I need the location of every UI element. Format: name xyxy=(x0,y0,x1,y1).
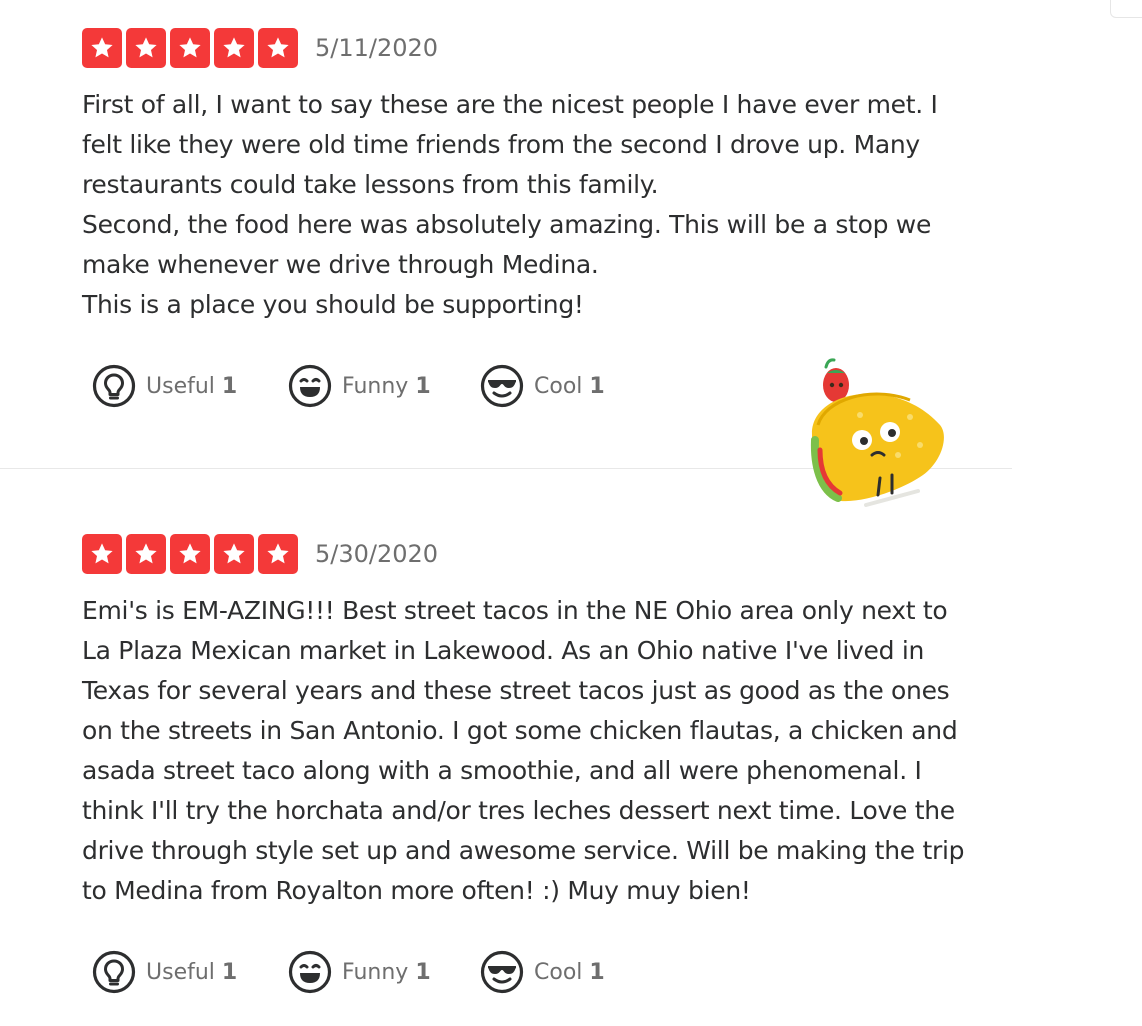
useful-label: Useful xyxy=(146,373,215,399)
star-icon xyxy=(82,28,122,68)
review-actions: Useful 1 Funny 1 Cool 1 xyxy=(92,364,605,408)
laughing-face-icon xyxy=(288,950,332,994)
star-rating xyxy=(82,28,298,68)
star-icon xyxy=(258,28,298,68)
funny-count: 1 xyxy=(415,959,431,985)
cool-label: Cool xyxy=(534,373,583,399)
review-rating-row: 5/30/2020 xyxy=(82,534,1022,574)
review-actions: Useful 1 Funny 1 Cool 1 xyxy=(92,950,605,994)
useful-count: 1 xyxy=(221,959,238,985)
star-icon xyxy=(258,534,298,574)
funny-label: Funny xyxy=(342,959,409,985)
useful-count: 1 xyxy=(221,373,238,399)
sunglasses-face-icon xyxy=(480,364,524,408)
funny-count: 1 xyxy=(415,373,431,399)
review-item: 5/11/2020 First of all, I want to say th… xyxy=(82,28,1022,325)
review-date: 5/11/2020 xyxy=(315,34,439,62)
review-item: 5/30/2020 Emi's is EM-AZING!!! Best stre… xyxy=(82,534,1022,911)
lightbulb-icon xyxy=(92,950,136,994)
review-text: First of all, I want to say these are th… xyxy=(82,90,938,319)
laughing-face-icon xyxy=(288,364,332,408)
funny-button[interactable]: Funny 1 xyxy=(288,950,480,994)
star-icon xyxy=(82,534,122,574)
cool-button[interactable]: Cool 1 xyxy=(480,950,605,994)
cool-count: 1 xyxy=(589,373,605,399)
funny-label: Funny xyxy=(342,373,409,399)
taco-mascot-icon xyxy=(800,355,952,513)
cool-count: 1 xyxy=(589,959,605,985)
useful-label: Useful xyxy=(146,959,215,985)
star-icon xyxy=(126,534,166,574)
star-icon xyxy=(126,28,166,68)
cool-button[interactable]: Cool 1 xyxy=(480,364,605,408)
sunglasses-face-icon xyxy=(480,950,524,994)
review-text: Emi's is EM-AZING!!! Best street tacos i… xyxy=(82,596,965,905)
star-icon xyxy=(214,28,254,68)
lightbulb-icon xyxy=(92,364,136,408)
review-rating-row: 5/11/2020 xyxy=(82,28,1022,68)
top-right-panel-edge xyxy=(1110,0,1142,18)
star-icon xyxy=(170,28,210,68)
review-date: 5/30/2020 xyxy=(315,540,439,568)
cool-label: Cool xyxy=(534,959,583,985)
star-icon xyxy=(170,534,210,574)
funny-button[interactable]: Funny 1 xyxy=(288,364,480,408)
star-rating xyxy=(82,534,298,574)
star-icon xyxy=(214,534,254,574)
useful-button[interactable]: Useful 1 xyxy=(92,950,288,994)
useful-button[interactable]: Useful 1 xyxy=(92,364,288,408)
